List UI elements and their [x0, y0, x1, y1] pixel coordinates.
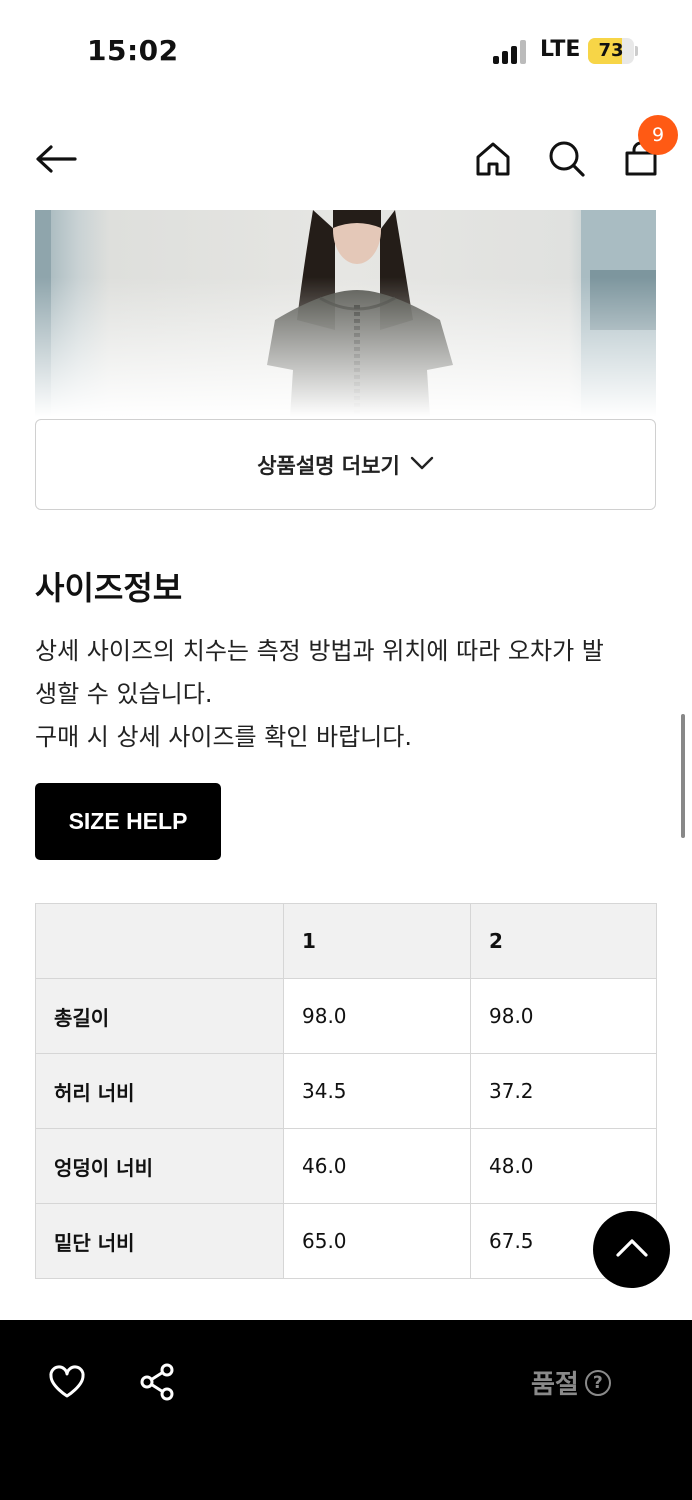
- soldout-status: 품절 ?: [531, 1364, 611, 1401]
- table-row: 엉덩이 너비 46.0 48.0: [35, 1128, 657, 1204]
- table-cell: 65.0: [283, 1203, 471, 1279]
- bottom-action-bar: 품절 ?: [0, 1320, 692, 1500]
- table-header-row: 1 2: [35, 903, 657, 979]
- table-header-cell: [35, 903, 284, 979]
- table-header-cell: 1: [283, 903, 471, 979]
- search-icon[interactable]: [545, 137, 589, 181]
- battery-percent: 73: [598, 40, 624, 61]
- battery-icon: 73: [588, 38, 634, 64]
- scrollbar[interactable]: [681, 714, 685, 838]
- table-row: 밑단 너비 65.0 67.5: [35, 1203, 657, 1279]
- network-label: LTE: [540, 37, 581, 62]
- size-help-button[interactable]: SIZE HELP: [35, 783, 221, 860]
- home-icon[interactable]: [471, 137, 515, 181]
- share-icon[interactable]: [133, 1360, 181, 1404]
- battery-cap: [635, 46, 638, 56]
- row-label: 허리 너비: [35, 1053, 284, 1129]
- table-row: 총길이 98.0 98.0: [35, 978, 657, 1054]
- table-cell: 37.2: [470, 1053, 657, 1129]
- size-desc-line: 생할 수 있습니다.: [35, 680, 213, 708]
- size-table: 1 2 총길이 98.0 98.0 허리 너비 34.5 37.2 엉덩이 너비…: [35, 903, 657, 1279]
- table-cell: 98.0: [470, 978, 657, 1054]
- chevron-down-icon: [410, 455, 434, 474]
- product-image: [35, 210, 656, 417]
- arrow-left-icon[interactable]: [34, 137, 78, 181]
- table-cell: 98.0: [283, 978, 471, 1054]
- cart-count-badge: 9: [638, 115, 678, 155]
- size-info-title: 사이즈정보: [35, 569, 183, 607]
- chevron-up-icon: [615, 1238, 649, 1262]
- table-row: 허리 너비 34.5 37.2: [35, 1053, 657, 1129]
- status-time: 15:02: [87, 34, 179, 67]
- soldout-label: 품절: [531, 1370, 579, 1400]
- row-label: 엉덩이 너비: [35, 1128, 284, 1204]
- more-description-label: 상품설명 더보기: [257, 453, 400, 478]
- size-desc-line: 상세 사이즈의 치수는 측정 방법과 위치에 따라 오차가 발: [35, 637, 604, 665]
- question-circle-icon[interactable]: ?: [584, 1369, 611, 1396]
- table-cell: 46.0: [283, 1128, 471, 1204]
- row-label: 밑단 너비: [35, 1203, 284, 1279]
- more-description-button[interactable]: 상품설명 더보기: [35, 419, 656, 510]
- table-cell: 48.0: [470, 1128, 657, 1204]
- signal-icon: [493, 40, 527, 64]
- status-bar: 15:02 LTE 73: [0, 0, 692, 100]
- scroll-top-button[interactable]: [593, 1211, 670, 1288]
- heart-icon[interactable]: [43, 1360, 91, 1404]
- top-nav-bar: [0, 110, 692, 205]
- row-label: 총길이: [35, 978, 284, 1054]
- table-cell: 34.5: [283, 1053, 471, 1129]
- size-info-description: 상세 사이즈의 치수는 측정 방법과 위치에 따라 오차가 발 생할 수 있습니…: [35, 630, 665, 759]
- table-header-cell: 2: [470, 903, 657, 979]
- size-desc-line: 구매 시 상세 사이즈를 확인 바랍니다.: [35, 723, 412, 751]
